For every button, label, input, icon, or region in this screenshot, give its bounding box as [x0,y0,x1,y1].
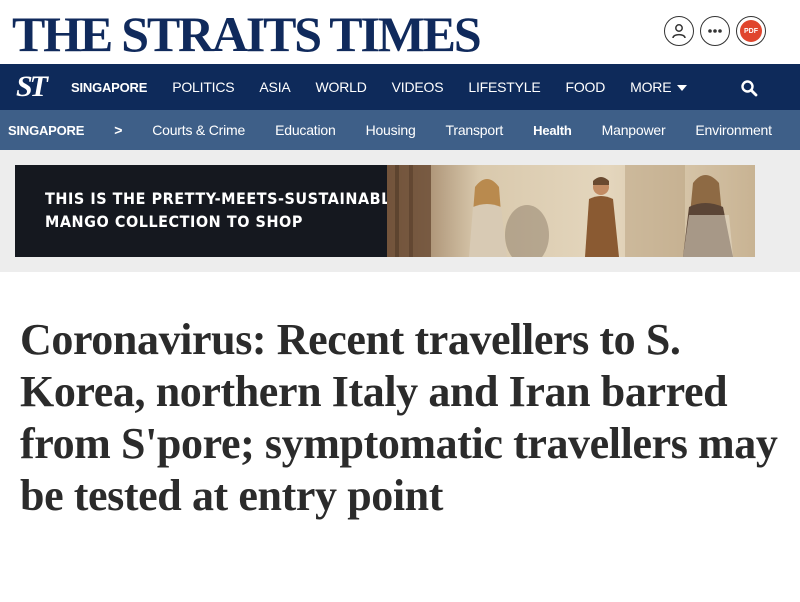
site-logo[interactable]: THE STRAITS TIMES [12,4,482,64]
subnav-section[interactable]: SINGAPORE [8,123,84,138]
subnav-item-education[interactable]: Education [275,122,336,138]
st-logo-icon[interactable]: ST [16,71,48,103]
nav-item-more-label: MORE [630,79,672,95]
user-icon[interactable] [664,16,694,46]
primary-nav: ST SINGAPORE POLITICS ASIA WORLD VIDEOS … [0,64,800,110]
nav-item-more[interactable]: MORE [630,79,688,95]
nav-item-world[interactable]: WORLD [316,79,367,95]
nav-item-videos[interactable]: VIDEOS [392,79,444,95]
nav-item-food[interactable]: FOOD [566,79,606,95]
ad-line-2: MANGO COLLECTION TO SHOP [45,212,303,231]
masthead: THE STRAITS TIMES PDF [0,0,800,64]
subnav-item-courts-crime[interactable]: Courts & Crime [152,122,245,138]
subnav-item-housing[interactable]: Housing [366,122,416,138]
subnav-item-environment[interactable]: Environment [695,122,772,138]
nav-item-lifestyle[interactable]: LIFESTYLE [468,79,540,95]
nav-item-singapore[interactable]: SINGAPORE [71,80,147,95]
nav-items: SINGAPORE POLITICS ASIA WORLD VIDEOS LIF… [71,64,712,110]
ad-zone: THIS IS THE PRETTY-MEETS-SUSTAINABLE MAN… [0,150,800,272]
ad-text: THIS IS THE PRETTY-MEETS-SUSTAINABLE MAN… [45,187,401,233]
pdf-icon[interactable]: PDF [736,16,766,46]
nav-item-politics[interactable]: POLITICS [172,79,234,95]
more-icon[interactable] [700,16,730,46]
pdf-badge: PDF [740,20,762,42]
search-icon[interactable] [740,79,758,97]
subnav-item-health[interactable]: Health [533,123,572,138]
chevron-right-icon: > [114,122,123,138]
ad-line-1: THIS IS THE PRETTY-MEETS-SUSTAINABLE [45,189,402,208]
ad-banner[interactable]: THIS IS THE PRETTY-MEETS-SUSTAINABLE MAN… [15,165,755,257]
subnav-item-transport[interactable]: Transport [446,122,504,138]
header-actions: PDF [664,16,766,46]
chevron-down-icon [677,85,688,92]
subnav-item-manpower[interactable]: Manpower [602,122,666,138]
article-headline: Coronavirus: Recent travellers to S. Kor… [20,315,778,520]
ad-photo [387,165,755,257]
subnav-items: SINGAPORE > Courts & Crime Education Hou… [8,110,800,150]
nav-item-asia[interactable]: ASIA [259,79,290,95]
secondary-nav: SINGAPORE > Courts & Crime Education Hou… [0,110,800,150]
